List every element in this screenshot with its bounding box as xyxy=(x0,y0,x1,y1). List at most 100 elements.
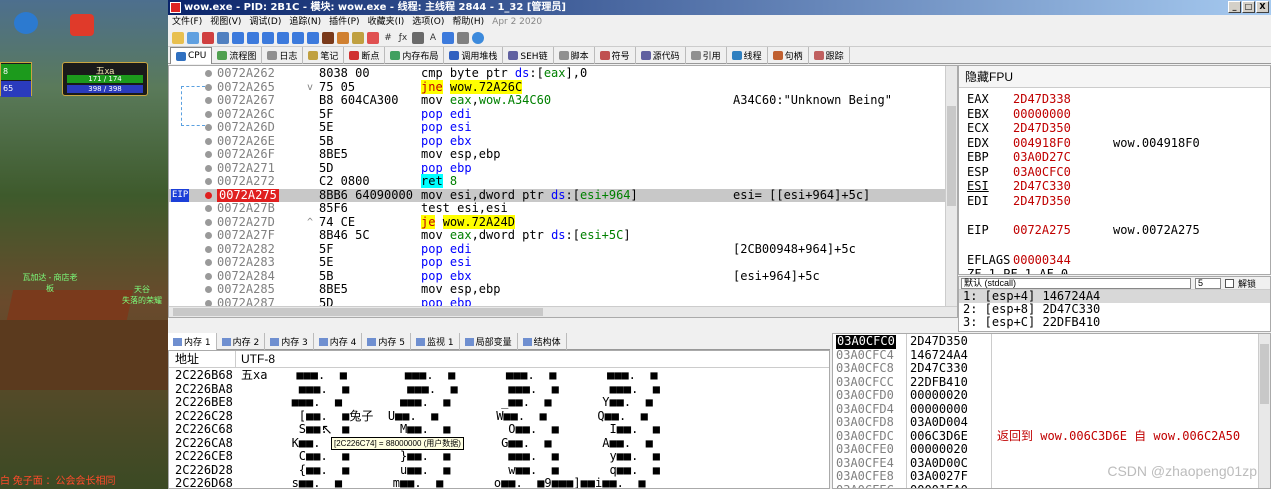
stack-row[interactable]: 03A0CFD4 00000000 xyxy=(833,402,1258,417)
register-row[interactable]: EDI 2D47D350 xyxy=(967,194,1113,208)
memtab-3[interactable]: 内存 4 xyxy=(314,333,363,350)
disasm-row[interactable]: 0072A27B 85F6 test esi,esi xyxy=(169,201,945,216)
arg-count-stepper[interactable]: 5 xyxy=(1195,277,1221,289)
memtab-6[interactable]: 局部变量 xyxy=(460,333,518,350)
pause-icon[interactable] xyxy=(217,31,229,44)
register-value[interactable]: 03A0CFC0 xyxy=(1013,165,1113,179)
arg-row[interactable]: 3: [esp+C] 22DFB410 xyxy=(959,316,1270,329)
tab-1[interactable]: 流程图 xyxy=(212,47,263,64)
register-value[interactable]: 2D47C330 xyxy=(1013,179,1113,193)
execute-till-return-icon[interactable] xyxy=(292,31,304,44)
memtab-1[interactable]: 内存 2 xyxy=(217,333,266,350)
disassembly-view[interactable]: 0072A262 8038 00 cmp byte ptr ds:[eax],0 00… xyxy=(168,65,958,318)
memtab-4[interactable]: 内存 5 xyxy=(362,333,411,350)
player-unit-frame[interactable]: 五xa 171 / 174 398 / 398 xyxy=(62,62,148,96)
breakpoint-dot[interactable] xyxy=(205,272,212,280)
menu-options[interactable]: 选项(O) xyxy=(408,15,448,29)
breakpoint-dot[interactable] xyxy=(205,110,212,118)
stack-row[interactable]: 03A0CFC4 146724A4 xyxy=(833,348,1258,363)
calling-convention-select[interactable]: 默认 (stdcall) xyxy=(961,277,1191,289)
register-value[interactable]: 0072A275 xyxy=(1013,223,1113,237)
stop-icon[interactable] xyxy=(322,31,334,44)
desktop-app-icon[interactable] xyxy=(14,12,38,34)
desktop-app-icon-2[interactable] xyxy=(70,14,94,36)
function-icon[interactable]: ƒx xyxy=(397,32,409,44)
register-row[interactable]: EDX 004918F0 wow.004918F0 xyxy=(967,136,1200,150)
breakpoint-dot[interactable] xyxy=(205,164,212,172)
menu-view[interactable]: 视图(V) xyxy=(206,15,245,29)
register-value[interactable]: 2D47D350 xyxy=(1013,194,1113,208)
trace-icon[interactable] xyxy=(337,31,349,44)
breakpoint-dot[interactable] xyxy=(205,178,212,185)
arguments-panel[interactable]: 默认 (stdcall) 5 解锁 1: [esp+4] 146724A4 2:… xyxy=(958,276,1271,332)
tab-9[interactable]: 符号 xyxy=(595,47,636,64)
register-value[interactable]: 2D47D338 xyxy=(1013,92,1113,106)
disasm-row[interactable]: 0072A26F 8BE5 mov esp,ebp xyxy=(169,147,945,162)
breakpoint-dot[interactable] xyxy=(205,218,212,226)
tab-8[interactable]: 脚本 xyxy=(554,47,595,64)
register-row[interactable]: EFLAGS 00000344 xyxy=(967,253,1113,267)
tab-7[interactable]: SEH链 xyxy=(503,47,554,64)
breakpoint-dot[interactable] xyxy=(205,83,212,91)
hide-fpu-toggle[interactable]: 隐藏FPU xyxy=(959,66,1270,88)
memtab-0[interactable]: 内存 1 xyxy=(168,333,217,350)
breakpoint-dot[interactable] xyxy=(205,259,212,266)
register-row[interactable]: EIP 0072A275 wow.0072A275 xyxy=(967,223,1200,237)
step-over-icon[interactable] xyxy=(262,31,274,44)
disasm-row[interactable]: 0072A283 5E pop esi xyxy=(169,255,945,270)
scroll-thumb[interactable] xyxy=(947,106,956,206)
disasm-row[interactable]: 0072A267 B8 604CA300 mov eax,wow.A34C60 A34… xyxy=(169,93,945,108)
disasm-row[interactable]: 0072A282 5F pop edi [2CB00948+964]+5c xyxy=(169,242,945,257)
register-row[interactable]: EBP 03A0D27C xyxy=(967,150,1113,164)
disasm-horizontal-scrollbar[interactable] xyxy=(169,306,957,317)
stack-row[interactable]: 03A0CFD8 03A0D004 xyxy=(833,415,1258,430)
register-value[interactable]: 00000344 xyxy=(1013,253,1113,267)
disasm-row[interactable]: 0072A27D ^ 74 CE je wow.72A24D xyxy=(169,214,945,230)
disasm-row[interactable]: 0072A262 8038 00 cmp byte ptr ds:[eax],0 xyxy=(169,66,945,81)
menu-trace[interactable]: 追踪(N) xyxy=(285,15,325,29)
disasm-row[interactable]: 0072A272 C2 0800 ret 8 xyxy=(169,174,945,189)
globe-icon[interactable] xyxy=(472,31,484,44)
tab-0[interactable]: CPU xyxy=(170,47,213,64)
breakpoint-dot[interactable] xyxy=(205,124,212,131)
disasm-row[interactable]: 0072A26E 5B pop ebx xyxy=(169,134,945,149)
run-icon[interactable] xyxy=(232,31,244,44)
disasm-row[interactable]: 0072A26C 5F pop edi xyxy=(169,107,945,122)
memory-dump-view[interactable]: 地址 UTF-8 2C226B68 五xa ■■■. ■ ■■■. ■ ■■■. … xyxy=(168,350,830,489)
stack-row[interactable]: 03A0CFC8 2D47C330 xyxy=(833,361,1258,376)
hash-icon[interactable]: # xyxy=(382,32,394,44)
stack-row[interactable]: 03A0CFDC 006C3D6E 返回到 wow.006C3D6E 自 wow.0… xyxy=(833,429,1258,444)
scroll-thumb[interactable] xyxy=(1260,344,1269,404)
step-into-icon[interactable] xyxy=(247,31,259,44)
stack-row[interactable]: 03A0CFEC 00001EA0 xyxy=(833,483,1258,488)
register-row[interactable]: ZF 1 PF 1 AF 0 xyxy=(967,267,1168,274)
stack-row[interactable]: 03A0CFE0 00000020 xyxy=(833,442,1258,457)
disasm-vertical-scrollbar[interactable] xyxy=(945,66,957,317)
menu-favourites[interactable]: 收藏夹(I) xyxy=(364,15,409,29)
unlock-checkbox[interactable] xyxy=(1225,278,1234,288)
register-row[interactable]: ESI 2D47C330 xyxy=(967,179,1113,193)
register-row[interactable]: ESP 03A0CFC0 xyxy=(967,165,1113,179)
register-value[interactable]: 004918F0 xyxy=(1013,136,1113,150)
disasm-row[interactable]: 0072A265 v 75 05 jne wow.72A26C xyxy=(169,79,945,95)
register-row[interactable]: EAX 2D47D338 xyxy=(967,92,1113,106)
breakpoint-dot[interactable] xyxy=(205,232,212,239)
breakpoint-dot[interactable] xyxy=(205,70,212,77)
tab-3[interactable]: 笔记 xyxy=(303,47,345,64)
disasm-row[interactable]: EIP 0072A275 8BB6 64090000 mov esi,dword pt… xyxy=(169,188,945,202)
disasm-row[interactable]: 0072A284 5B pop ebx [esi+964]+5c xyxy=(169,269,945,284)
open-icon[interactable] xyxy=(172,31,184,44)
breakpoint-dot[interactable] xyxy=(205,286,212,293)
breakpoint-dot[interactable] xyxy=(205,151,212,158)
tab-2[interactable]: 日志 xyxy=(262,47,304,64)
animate-into-icon[interactable] xyxy=(307,31,319,44)
title-bar[interactable]: wow.exe - PID: 2B1C - 模块: wow.exe - 线程: … xyxy=(168,0,1271,15)
disasm-row[interactable]: 0072A271 5D pop ebp xyxy=(169,161,945,176)
breakpoint-dot[interactable] xyxy=(205,205,212,212)
tab-5[interactable]: 内存布局 xyxy=(385,47,445,64)
clear-icon[interactable] xyxy=(367,31,379,44)
font-icon[interactable]: A xyxy=(427,32,439,44)
col-utf8[interactable]: UTF-8 xyxy=(241,351,275,368)
register-value[interactable]: 00000000 xyxy=(1013,107,1113,121)
tab-12[interactable]: 线程 xyxy=(727,47,768,64)
